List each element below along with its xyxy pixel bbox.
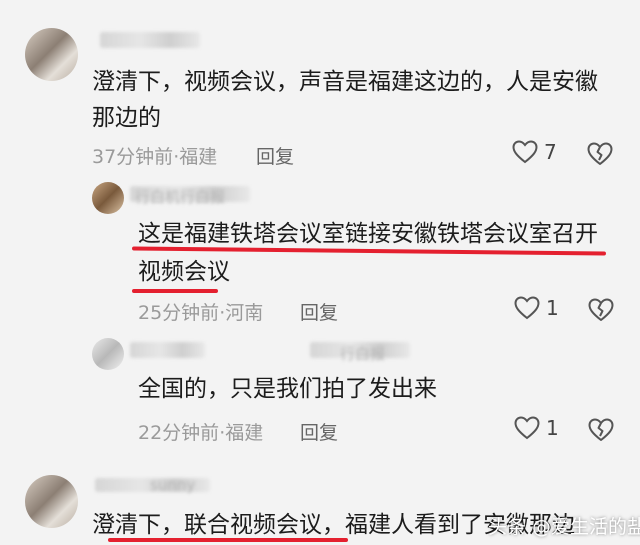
broken-heart-icon[interactable] [588, 298, 614, 322]
like-button[interactable]: 7 [512, 140, 557, 164]
avatar[interactable] [25, 28, 78, 81]
comment-location: 福建 [179, 146, 218, 168]
username-blurred[interactable] [130, 342, 205, 358]
heart-icon [514, 296, 540, 320]
avatar[interactable] [25, 475, 78, 528]
like-button[interactable]: 1 [514, 416, 559, 440]
reply-button[interactable]: 回复 [300, 298, 338, 325]
comment-text-line: 全国的，只是我们拍了发出来 [138, 376, 437, 402]
comment-location: 福建 [225, 422, 264, 444]
like-count: 7 [544, 140, 557, 164]
username-fragment: 行白报 [340, 345, 386, 363]
broken-heart-icon[interactable] [588, 418, 614, 442]
like-count: 1 [546, 416, 559, 440]
username-blurred[interactable] [100, 32, 200, 48]
comment-time: 37分钟前 [92, 146, 174, 168]
comment-text-line: 视频会议 [138, 259, 230, 285]
broken-heart-icon[interactable] [587, 142, 613, 166]
username-fragment: sunny [150, 476, 196, 494]
comment-text-line: 那边的 [92, 105, 161, 131]
comment-meta: 37分钟前·福建 [92, 146, 218, 168]
comment-meta: 22分钟前·福建 [138, 422, 264, 444]
heart-icon [514, 416, 540, 440]
heart-icon [512, 140, 538, 164]
reply-button[interactable]: 回复 [256, 142, 294, 169]
comment-text-line: 澄清下，视频会议，声音是福建这边的，人是安徽 [92, 69, 598, 95]
watermark: 头条 @爱生活的盐 [488, 516, 640, 538]
username-fragment: 行白机行白报 [135, 188, 226, 206]
like-count: 1 [546, 296, 559, 320]
reply-button[interactable]: 回复 [300, 418, 338, 445]
comment-meta: 25分钟前·河南 [138, 302, 264, 324]
red-underline [132, 289, 218, 293]
red-underline [108, 538, 348, 542]
comment-time: 22分钟前 [138, 422, 220, 444]
like-button[interactable]: 1 [514, 296, 559, 320]
comment-time: 25分钟前 [138, 302, 220, 324]
avatar[interactable] [92, 338, 124, 370]
avatar[interactable] [92, 182, 124, 214]
comment-location: 河南 [225, 302, 264, 324]
